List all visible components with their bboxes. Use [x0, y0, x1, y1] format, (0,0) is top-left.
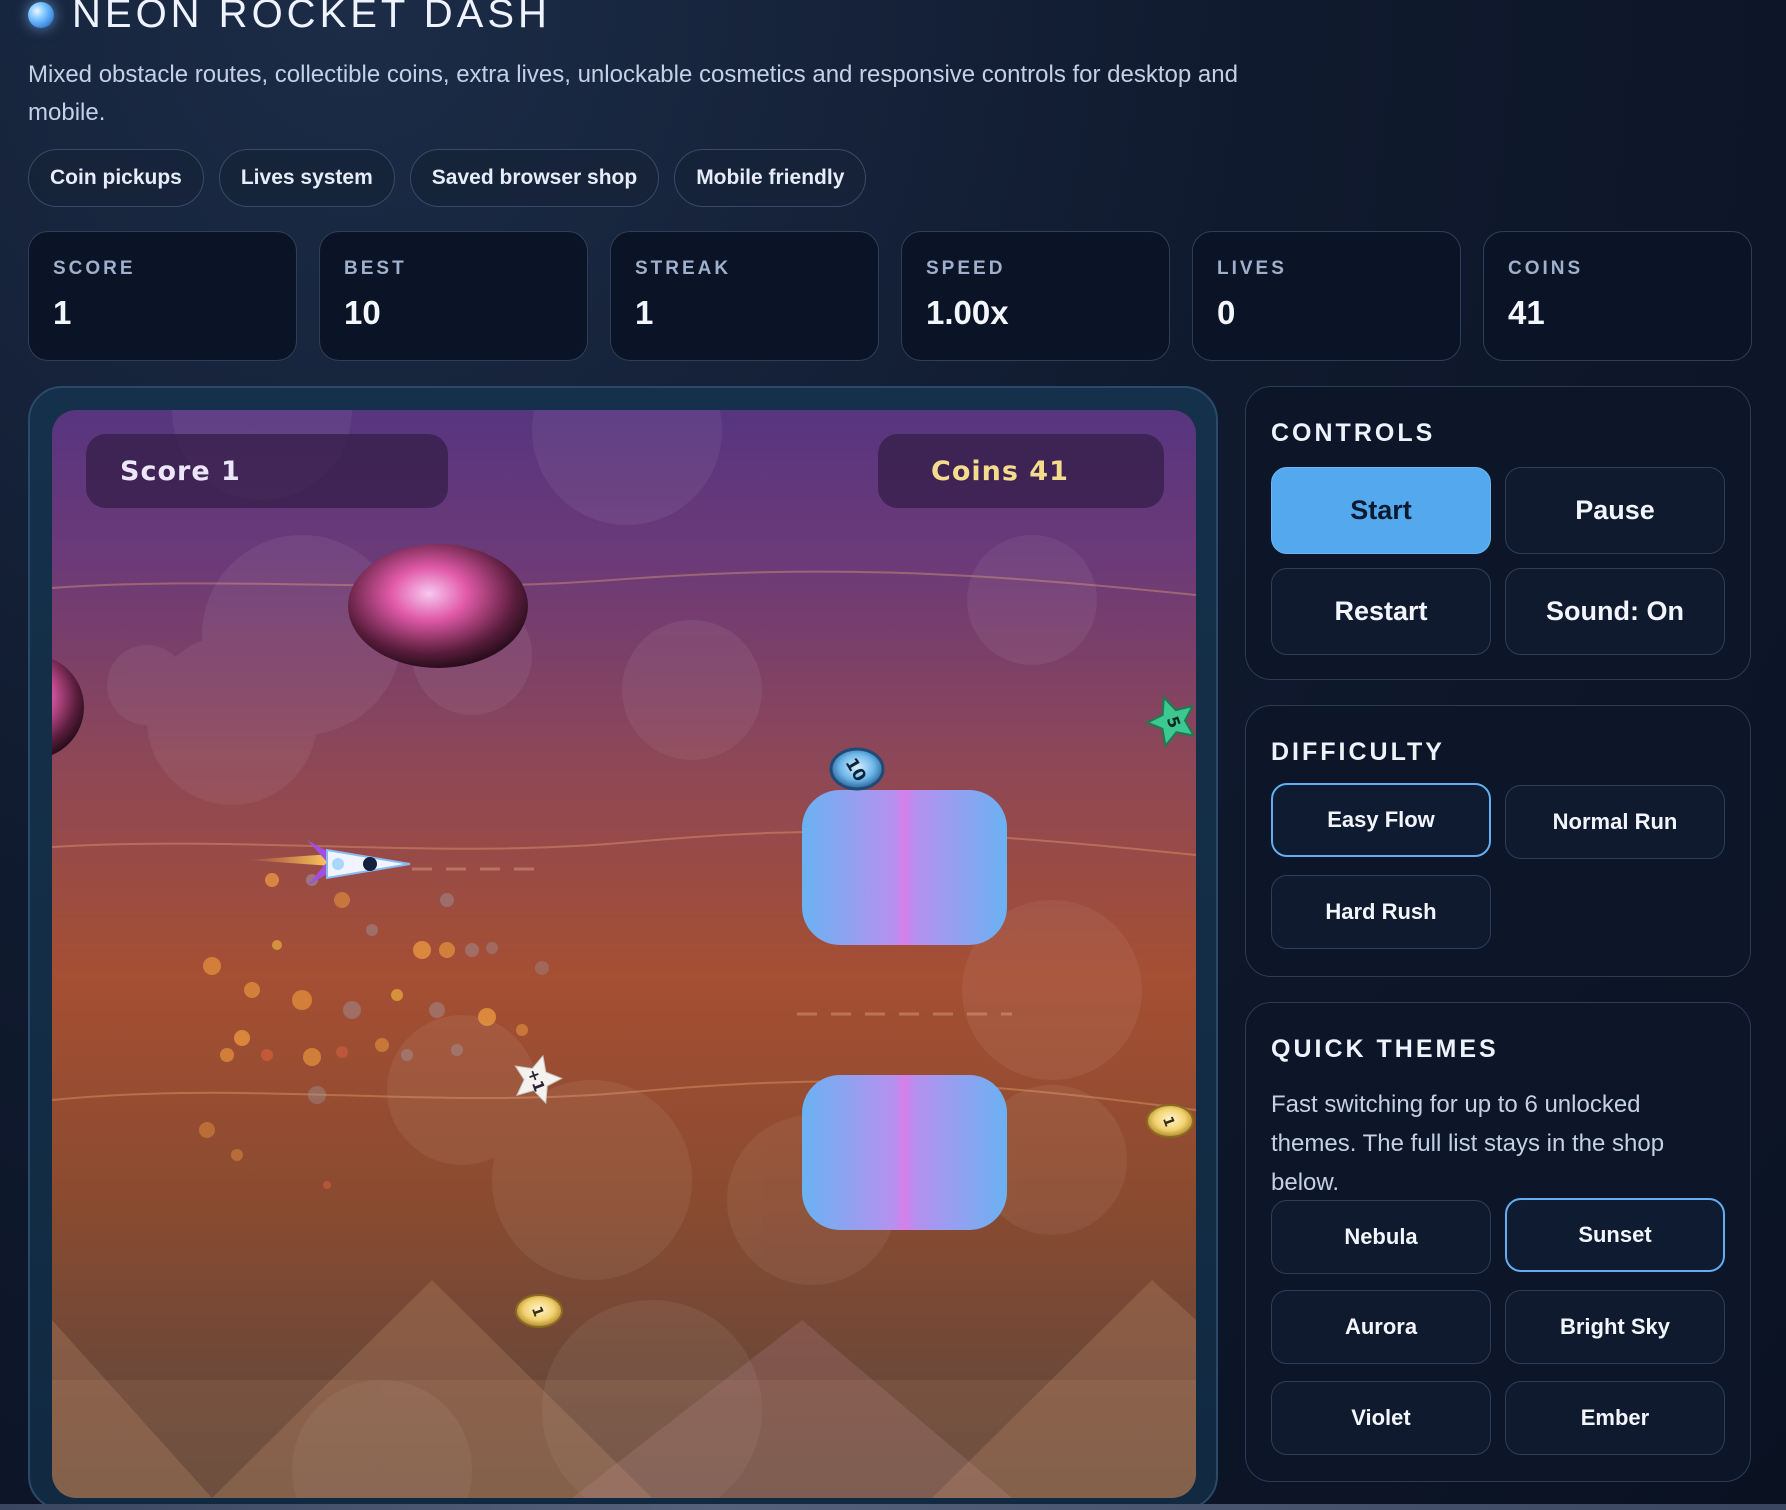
stat-label: STREAK [635, 258, 732, 279]
quick-themes-title: QUICK THEMES [1271, 1035, 1499, 1063]
theme-ember-button[interactable]: Ember [1505, 1381, 1725, 1455]
pause-button[interactable]: Pause [1505, 467, 1725, 554]
stat-value: 0 [1217, 294, 1236, 331]
feature-chips: Coin pickups Lives system Saved browser … [28, 149, 867, 207]
quick-themes-description: Fast switching for up to 6 unlocked them… [1271, 1091, 1665, 1196]
coin-pickup-gold: 1 [1146, 1104, 1194, 1138]
restart-button[interactable]: Restart [1271, 568, 1491, 655]
start-button[interactable]: Start [1271, 467, 1491, 554]
page-subtitle: Mixed obstacle routes, collectible coins… [28, 61, 1238, 126]
controls-title: CONTROLS [1271, 419, 1436, 447]
quick-themes-panel: QUICK THEMES Fast switching for up to 6 … [1245, 1002, 1751, 1482]
orb-obstacle [348, 544, 528, 668]
difficulty-hard-button[interactable]: Hard Rush [1271, 875, 1491, 949]
page-bottom-edge [0, 1504, 1786, 1510]
block-obstacle [802, 1075, 1007, 1230]
feature-chip: Mobile friendly [674, 149, 867, 207]
theme-sunset-button[interactable]: Sunset [1505, 1198, 1725, 1272]
coin-pickup-gold: 1 [515, 1294, 563, 1328]
background-bokeh [107, 410, 1142, 1498]
game-panel: 10 5 +1 1 1 Score 1 Coins 41 [28, 386, 1218, 1510]
star-pickup-green: 5 [1144, 695, 1196, 749]
game-canvas[interactable]: 10 5 +1 1 1 Score 1 Coins 41 [52, 410, 1196, 1498]
controls-panel: CONTROLS Start Pause Restart Sound: On [1245, 386, 1751, 680]
stat-value: 41 [1508, 294, 1545, 331]
difficulty-normal-button[interactable]: Normal Run [1505, 785, 1725, 859]
theme-nebula-button[interactable]: Nebula [1271, 1200, 1491, 1274]
stat-value: 1 [635, 294, 654, 331]
stats-row: SCORE 1 BEST 10 STREAK 1 SPEED 1.00x LIV… [28, 231, 1752, 361]
stat-value: 1.00x [926, 294, 1009, 331]
sound-toggle-button[interactable]: Sound: On [1505, 568, 1725, 655]
page-title: NEON ROCKET DASH [72, 0, 551, 36]
header: NEON ROCKET DASH [28, 0, 551, 37]
stat-value: 1 [53, 294, 72, 331]
stat-label: SCORE [53, 258, 136, 279]
stat-card-score: SCORE 1 [28, 231, 297, 361]
stat-card-lives: LIVES 0 [1192, 231, 1461, 361]
difficulty-title: DIFFICULTY [1271, 738, 1445, 766]
block-obstacle [802, 790, 1007, 945]
stat-value: 10 [344, 294, 381, 331]
orb-obstacle [52, 659, 84, 755]
page: NEON ROCKET DASH Mixed obstacle routes, … [0, 0, 1786, 1510]
stat-card-speed: SPEED 1.00x [901, 231, 1170, 361]
logo-orb-icon [28, 1, 54, 28]
theme-violet-button[interactable]: Violet [1271, 1381, 1491, 1455]
feature-chip: Saved browser shop [409, 149, 660, 207]
theme-aurora-button[interactable]: Aurora [1271, 1290, 1491, 1364]
hud-coins: Coins 41 [878, 434, 1164, 508]
stat-card-coins: COINS 41 [1483, 231, 1752, 361]
stat-label: COINS [1508, 258, 1584, 279]
stat-card-streak: STREAK 1 [610, 231, 879, 361]
difficulty-easy-button[interactable]: Easy Flow [1271, 783, 1491, 857]
theme-bright-sky-button[interactable]: Bright Sky [1505, 1290, 1725, 1364]
feature-chip: Coin pickups [28, 149, 204, 207]
stat-label: BEST [344, 258, 407, 279]
difficulty-panel: DIFFICULTY Easy Flow Normal Run Hard Rus… [1245, 705, 1751, 977]
stat-card-best: BEST 10 [319, 231, 588, 361]
feature-chip: Lives system [218, 149, 395, 207]
stat-label: LIVES [1217, 258, 1287, 279]
game-scene: 10 5 +1 1 1 [52, 410, 1196, 1498]
coin-pickup-blue: 10 [829, 747, 885, 791]
stat-label: SPEED [926, 258, 1006, 279]
hud-score: Score 1 [86, 434, 448, 508]
